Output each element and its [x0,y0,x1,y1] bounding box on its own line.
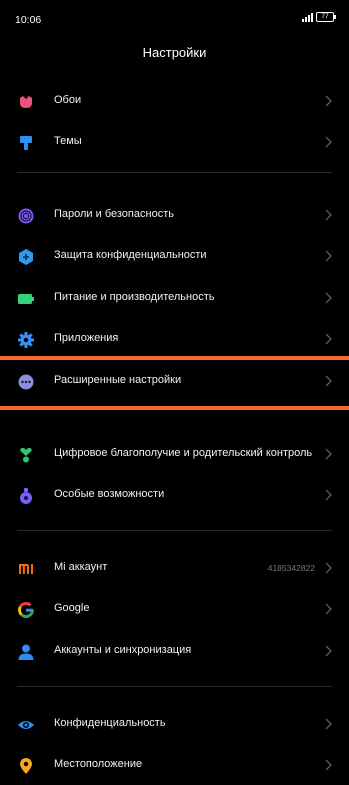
settings-item-label: Местоположение [54,758,143,770]
chevron-right-icon [325,333,332,345]
section-divider [17,172,332,173]
chevron-right-icon [325,95,332,107]
settings-item-label: Цифровое благополучие и родительский кон… [54,447,313,459]
status-icons: 77 [302,12,336,22]
signal-icon [302,12,313,22]
settings-item-privacy[interactable]: Конфиденциальность [0,704,349,744]
settings-item-label: Темы [54,135,82,147]
page-title: Настройки [142,45,207,60]
privacy-shield-icon [19,249,33,265]
chevron-right-icon [325,375,332,387]
settings-item-label: Конфиденциальность [54,717,166,729]
eye-icon [18,721,34,729]
chevron-right-icon [325,603,332,615]
status-time: 10:06 [15,14,42,26]
chevron-right-icon [325,292,332,304]
settings-item-location[interactable]: Местоположение [0,745,349,785]
accessibility-icon [20,488,32,504]
settings-item-advanced-settings[interactable]: Расширенные настройки [0,361,349,401]
chevron-right-icon [325,489,332,501]
settings-item-wallpaper[interactable]: Обои [0,81,349,121]
settings-item-label: Особые возможности [54,488,165,500]
settings-item-apps[interactable]: Приложения [0,319,349,359]
section-divider [17,686,332,687]
settings-item-label: Приложения [54,332,119,344]
google-icon [18,602,34,618]
settings-item-digital-wellbeing[interactable]: Цифровое благополучие и родительский кон… [0,434,349,474]
highlight-line-top [0,356,349,360]
apps-gear-icon [18,332,34,348]
mi-logo-icon [19,564,33,574]
wellbeing-icon [20,447,32,463]
mi-account-id: 4185342822 [267,563,315,573]
settings-item-mi-account[interactable]: Mi аккаунт 4185342822 [0,548,349,588]
chevron-right-icon [325,250,332,262]
section-divider [17,530,332,531]
chevron-right-icon [325,718,332,730]
more-dots-icon [18,374,34,390]
settings-item-google[interactable]: Google [0,589,349,629]
chevron-right-icon [325,759,332,771]
settings-item-battery-performance[interactable]: Питание и производительность [0,278,349,318]
chevron-right-icon [325,448,332,460]
fingerprint-icon [18,208,34,224]
wallpaper-icon [20,96,32,108]
settings-item-label: Аккаунты и синхронизация [54,644,192,656]
highlight-line-bottom [0,406,349,410]
settings-item-privacy-protection[interactable]: Защита конфиденциальности [0,236,349,276]
settings-item-accounts-sync[interactable]: Аккаунты и синхронизация [0,631,349,671]
settings-item-label: Питание и производительность [54,291,215,303]
battery-status-icon: 77 [316,12,336,22]
location-pin-icon [20,758,32,774]
settings-item-accessibility[interactable]: Особые возможности [0,475,349,515]
settings-item-label: Защита конфиденциальности [54,249,207,261]
chevron-right-icon [325,562,332,574]
chevron-right-icon [325,136,332,148]
settings-item-label: Расширенные настройки [54,374,182,386]
status-bar: 10:06 77 [0,0,349,36]
settings-item-label: Google [54,602,90,614]
settings-item-label: Пароли и безопасность [54,208,174,220]
account-icon [18,644,34,660]
settings-item-label: Mi аккаунт [54,561,108,573]
settings-item-passwords-security[interactable]: Пароли и безопасность [0,195,349,235]
themes-icon [20,136,32,150]
chevron-right-icon [325,209,332,221]
chevron-right-icon [325,645,332,657]
settings-item-label: Обои [54,94,82,106]
battery-icon [18,294,34,304]
settings-item-themes[interactable]: Темы [0,122,349,162]
